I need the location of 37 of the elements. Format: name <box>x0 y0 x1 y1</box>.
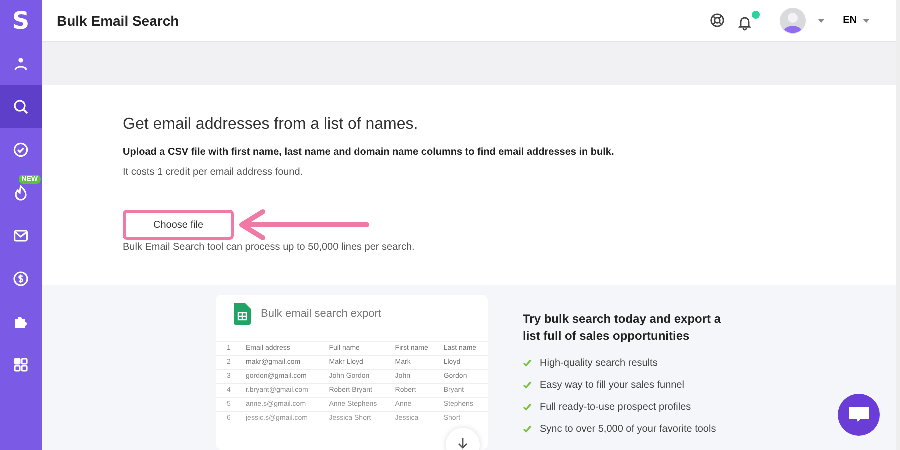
cost-text: It costs 1 credit per email address found. <box>123 167 304 178</box>
grid-icon <box>13 356 29 372</box>
logo[interactable]: S <box>0 0 42 42</box>
notification-bell[interactable] <box>737 10 760 30</box>
chat-bubble-icon <box>849 406 869 424</box>
language-selector[interactable]: EN <box>843 15 870 26</box>
lifebuoy-icon[interactable] <box>710 13 726 28</box>
promo-heading: Try bulk search today and export a list full of sales opportunities <box>523 311 722 346</box>
choose-file-button[interactable]: Choose file <box>123 210 234 240</box>
dollar-coin-icon <box>13 270 29 286</box>
caret-icon <box>863 18 870 22</box>
envelope-icon <box>13 228 29 244</box>
feature-text: Sync to over 5,000 of your favorite tools <box>540 424 716 435</box>
avatar-silhouette-icon <box>780 8 806 34</box>
spreadsheet-icon <box>234 303 251 325</box>
person-icon <box>13 56 29 72</box>
bell-icon <box>737 14 754 30</box>
limit-text: Bulk Email Search tool can process up to 50,000 lines per search. <box>123 242 416 253</box>
feature-text: Full ready-to-use prospect profiles <box>540 402 692 413</box>
search-icon <box>13 98 29 114</box>
spreadsheet-title: Bulk email search export <box>261 308 382 320</box>
download-icon <box>457 438 469 450</box>
sidebar-item[interactable] <box>0 85 42 128</box>
check-circle-icon <box>13 142 29 158</box>
feature-text: Easy way to fill your sales funnel <box>540 380 685 391</box>
chat-button[interactable] <box>838 394 880 436</box>
flame-icon <box>13 184 29 200</box>
page-title: Bulk Email Search <box>57 12 180 28</box>
checkmark-icon <box>523 425 532 434</box>
checkmark-icon <box>523 403 532 412</box>
checkmark-icon <box>523 359 532 368</box>
instruction-text: Upload a CSV file with first name, last name and domain name columns to find email addresses in bulk. <box>123 147 616 158</box>
avatar[interactable] <box>780 8 806 34</box>
checkmark-icon <box>523 381 532 390</box>
feature-text: High-quality search results <box>540 358 658 369</box>
section-heading: Get email addresses from a list of names. <box>123 116 420 134</box>
caret-icon[interactable] <box>818 18 826 22</box>
